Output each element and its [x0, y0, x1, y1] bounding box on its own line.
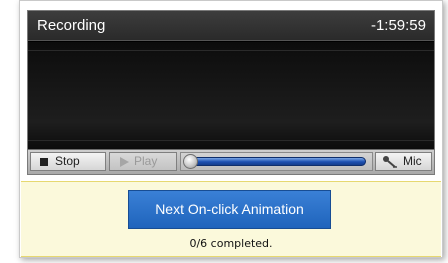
- stop-label: Stop: [55, 154, 80, 168]
- mic-button[interactable]: Mic: [375, 152, 432, 171]
- play-triangle-icon: [120, 157, 129, 167]
- seek-handle[interactable]: [183, 154, 198, 169]
- stop-square-icon: [40, 158, 48, 166]
- microphone-icon: [383, 156, 397, 168]
- play-label: Play: [134, 154, 158, 168]
- mic-label: Mic: [403, 154, 422, 168]
- play-button[interactable]: Play: [109, 152, 177, 171]
- next-animation-button[interactable]: Next On-click Animation: [128, 190, 331, 229]
- recorder-controls: Stop Play Mic: [28, 149, 434, 174]
- completion-status: 0/6 completed.: [189, 237, 273, 250]
- recorder-header: Recording -1:59:59: [28, 11, 434, 41]
- seek-bar[interactable]: [180, 152, 373, 171]
- time-remaining: -1:59:59: [370, 17, 426, 34]
- preview-divider: [28, 140, 434, 141]
- recording-preview: [28, 42, 434, 149]
- animation-notice: Next On-click Animation 0/6 completed.: [21, 181, 441, 257]
- preview-divider: [28, 50, 434, 51]
- recording-panel: Recording -1:59:59 Stop Play Mic Next On…: [19, 0, 443, 258]
- recorder-widget: Recording -1:59:59 Stop Play Mic: [27, 10, 435, 175]
- seek-track[interactable]: [187, 157, 366, 166]
- recorder-title: Recording: [37, 17, 106, 34]
- stop-button[interactable]: Stop: [30, 152, 106, 171]
